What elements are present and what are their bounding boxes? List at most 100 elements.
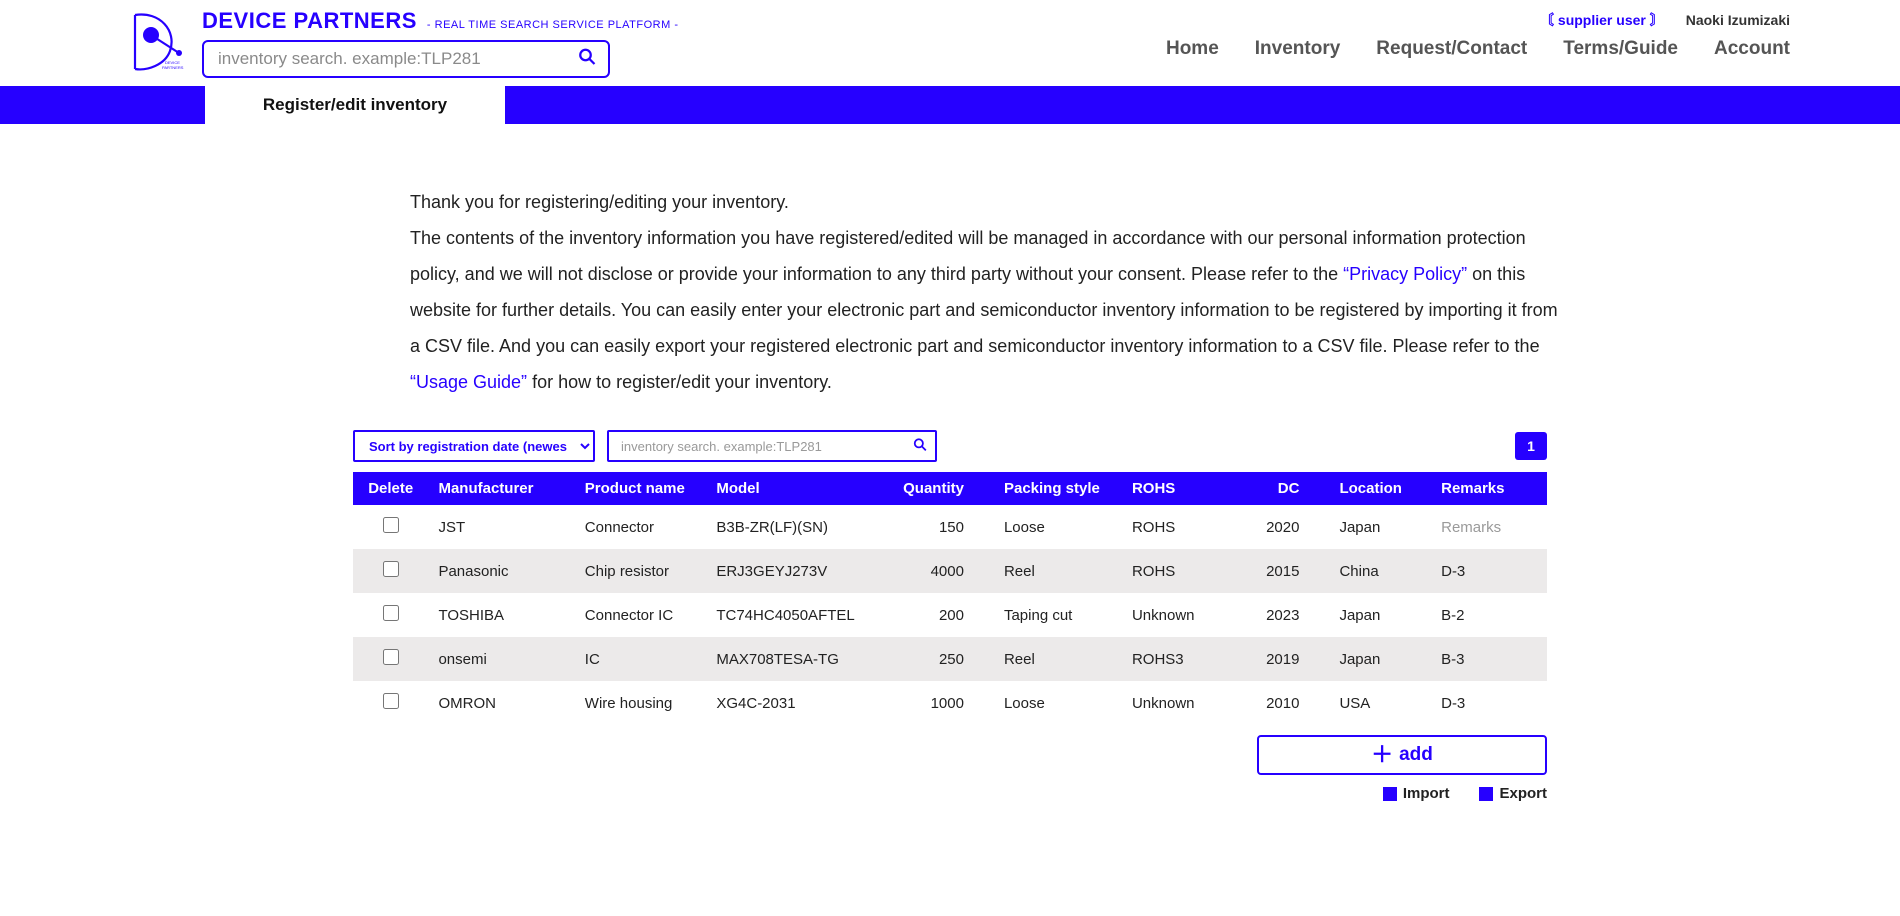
cell-remarks: D-3 — [1431, 681, 1547, 725]
search-icon[interactable] — [578, 48, 596, 71]
cell-dc: 2015 — [1238, 549, 1330, 593]
user-name: Naoki Izumizaki — [1686, 12, 1790, 28]
usage-link[interactable]: “Usage Guide” — [410, 372, 527, 392]
inventory-search-input[interactable] — [607, 430, 937, 462]
cell-model: ERJ3GEYJ273V — [706, 549, 886, 593]
cell-rohs: ROHS3 — [1122, 637, 1238, 681]
logo-icon: DEVICE PARTNERS — [115, 13, 190, 73]
table-row[interactable]: onsemiICMAX708TESA-TG250ReelROHS32019Jap… — [353, 637, 1547, 681]
cell-quantity: 1000 — [887, 681, 994, 725]
cell-model: TC74HC4050AFTEL — [706, 593, 886, 637]
col-dc: DC — [1238, 472, 1330, 505]
sort-select[interactable]: Sort by registration date (newest first) — [353, 430, 595, 462]
col-model: Model — [706, 472, 886, 505]
cell-product: IC — [575, 637, 707, 681]
intro-text: Thank you for registering/editing your i… — [410, 184, 1570, 430]
cell-remarks: Remarks — [1431, 505, 1547, 549]
cell-location: USA — [1329, 681, 1431, 725]
search-input[interactable] — [202, 40, 610, 78]
header: DEVICE PARTNERS DEVICE PARTNERS - REAL T… — [0, 0, 1900, 86]
cell-model: B3B-ZR(LF)(SN) — [706, 505, 886, 549]
cell-manufacturer: TOSHIBA — [428, 593, 574, 637]
cell-remarks: B-3 — [1431, 637, 1547, 681]
cell-rohs: Unknown — [1122, 593, 1238, 637]
page-1-button[interactable]: 1 — [1515, 432, 1547, 460]
brand-subtitle: - REAL TIME SEARCH SERVICE PLATFORM - — [427, 19, 679, 31]
search-icon[interactable] — [913, 438, 927, 455]
import-button[interactable]: Import — [1383, 785, 1450, 802]
cell-quantity: 250 — [887, 637, 994, 681]
row-checkbox[interactable] — [383, 649, 399, 665]
bluebar: Register/edit inventory — [0, 86, 1900, 124]
cell-location: Japan — [1329, 505, 1431, 549]
cell-remarks: B-2 — [1431, 593, 1547, 637]
nav-terms[interactable]: Terms/Guide — [1563, 38, 1678, 60]
nav-account[interactable]: Account — [1714, 38, 1790, 60]
col-rohs: ROHS — [1122, 472, 1238, 505]
inventory-table: Delete Manufacturer Product name Model Q… — [353, 472, 1547, 725]
cell-location: Japan — [1329, 593, 1431, 637]
tab-register-edit[interactable]: Register/edit inventory — [205, 86, 505, 124]
row-checkbox[interactable] — [383, 605, 399, 621]
pagination: 1 — [1515, 432, 1547, 460]
cell-packing: Loose — [994, 505, 1122, 549]
table-row[interactable]: JSTConnectorB3B-ZR(LF)(SN)150LooseROHS20… — [353, 505, 1547, 549]
cell-product: Wire housing — [575, 681, 707, 725]
nav-inventory[interactable]: Inventory — [1255, 38, 1341, 60]
export-label: Export — [1499, 785, 1547, 802]
cell-location: China — [1329, 549, 1431, 593]
cell-dc: 2010 — [1238, 681, 1330, 725]
square-icon — [1479, 787, 1493, 801]
cell-model: MAX708TESA-TG — [706, 637, 886, 681]
cell-quantity: 150 — [887, 505, 994, 549]
import-label: Import — [1403, 785, 1450, 802]
col-manufacturer: Manufacturer — [428, 472, 574, 505]
square-icon — [1383, 787, 1397, 801]
col-packing: Packing style — [994, 472, 1122, 505]
cell-rohs: Unknown — [1122, 681, 1238, 725]
col-delete: Delete — [353, 472, 428, 505]
cell-packing: Taping cut — [994, 593, 1122, 637]
intro-p2c: for how to register/edit your inventory. — [527, 372, 832, 392]
nav-home[interactable]: Home — [1166, 38, 1219, 60]
header-search — [202, 40, 610, 78]
col-quantity: Quantity — [887, 472, 994, 505]
row-checkbox[interactable] — [383, 693, 399, 709]
row-checkbox[interactable] — [383, 561, 399, 577]
cell-dc: 2023 — [1238, 593, 1330, 637]
svg-text:PARTNERS: PARTNERS — [162, 65, 184, 70]
cell-dc: 2020 — [1238, 505, 1330, 549]
cell-packing: Loose — [994, 681, 1122, 725]
controls-row: Sort by registration date (newest first)… — [353, 430, 1547, 472]
cell-rohs: ROHS — [1122, 549, 1238, 593]
cell-quantity: 4000 — [887, 549, 994, 593]
export-button[interactable]: Export — [1479, 785, 1547, 802]
add-label: add — [1399, 744, 1433, 766]
header-right: 〘 supplier user 〙 Naoki Izumizaki Home I… — [1166, 8, 1790, 60]
cell-model: XG4C-2031 — [706, 681, 886, 725]
cell-remarks: D-3 — [1431, 549, 1547, 593]
plus-icon: ＋ — [1371, 744, 1393, 766]
row-checkbox[interactable] — [383, 517, 399, 533]
cell-manufacturer: onsemi — [428, 637, 574, 681]
cell-dc: 2019 — [1238, 637, 1330, 681]
cell-quantity: 200 — [887, 593, 994, 637]
nav-request[interactable]: Request/Contact — [1376, 38, 1527, 60]
cell-manufacturer: OMRON — [428, 681, 574, 725]
table-row[interactable]: TOSHIBAConnector ICTC74HC4050AFTEL200Tap… — [353, 593, 1547, 637]
cell-rohs: ROHS — [1122, 505, 1238, 549]
privacy-link[interactable]: “Privacy Policy” — [1343, 264, 1467, 284]
cell-manufacturer: JST — [428, 505, 574, 549]
brand-title: DEVICE PARTNERS — [202, 8, 417, 34]
add-button[interactable]: ＋ add — [1257, 735, 1547, 775]
col-remarks: Remarks — [1431, 472, 1547, 505]
brand-block: DEVICE PARTNERS DEVICE PARTNERS - REAL T… — [115, 8, 679, 78]
table-row[interactable]: PanasonicChip resistorERJ3GEYJ273V4000Re… — [353, 549, 1547, 593]
cell-product: Chip resistor — [575, 549, 707, 593]
cell-packing: Reel — [994, 549, 1122, 593]
intro-p1: Thank you for registering/editing your i… — [410, 192, 789, 212]
cell-manufacturer: Panasonic — [428, 549, 574, 593]
main-nav: Home Inventory Request/Contact Terms/Gui… — [1166, 38, 1790, 60]
cell-packing: Reel — [994, 637, 1122, 681]
table-row[interactable]: OMRONWire housingXG4C-20311000LooseUnkno… — [353, 681, 1547, 725]
